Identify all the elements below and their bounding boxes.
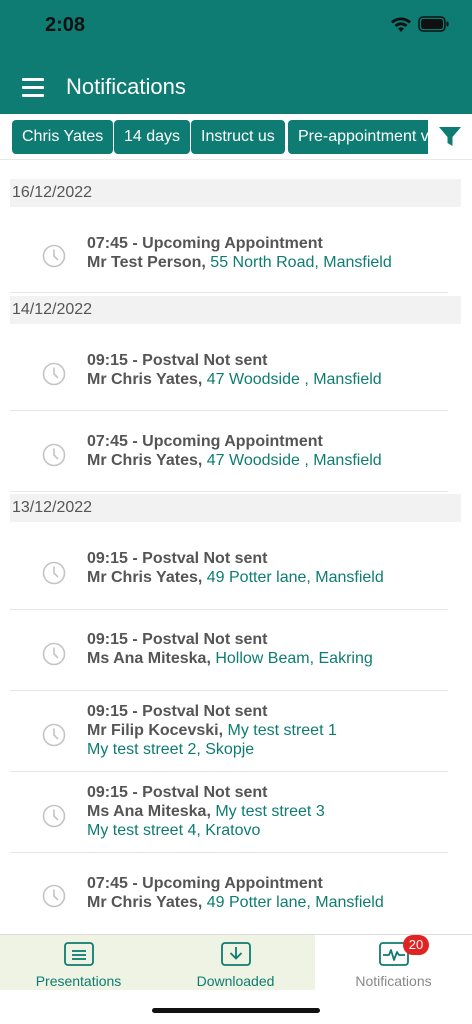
notification-item[interactable]: 09:15 - Postval Not sent Ms Ana Miteska,… [10, 772, 448, 853]
tab-label: Presentations [35, 973, 122, 989]
client-name: Mr Chris Yates, [87, 452, 203, 469]
tab-bar: Presentations Downloaded 20 Notification… [0, 934, 472, 991]
notification-item[interactable]: 09:15 - Postval Not sent Mr Chris Yates,… [10, 330, 448, 411]
date-header: 16/12/2022 [10, 179, 461, 207]
notification-item[interactable]: 07:45 - Upcoming Appointment Mr Chris Ya… [10, 411, 448, 492]
property-address-line2[interactable]: My test street 4, Kratovo [87, 822, 260, 840]
page-title: Notifications [66, 74, 186, 99]
notification-title: 07:45 - Upcoming Appointment [87, 433, 323, 450]
clock-icon [42, 244, 66, 268]
property-address[interactable]: My test street 1 [228, 722, 337, 739]
property-address[interactable]: 47 Woodside , Mansfield [207, 371, 382, 388]
notification-title: 09:15 - Postval Not sent [87, 550, 268, 567]
date-header: 13/12/2022 [10, 494, 461, 522]
property-address[interactable]: My test street 3 [215, 803, 324, 820]
client-name: Mr Filip Kocevski, [87, 722, 224, 739]
tab-downloaded[interactable]: Downloaded [157, 935, 314, 991]
property-address[interactable]: 55 North Road, Mansfield [210, 254, 391, 271]
filter-button[interactable] [428, 114, 472, 159]
home-indicator[interactable] [152, 1008, 320, 1013]
client-name: Mr Test Person, [87, 254, 206, 271]
clock-icon [42, 884, 66, 908]
notification-title: 07:45 - Upcoming Appointment [87, 875, 323, 892]
clock-icon [42, 804, 66, 828]
client-name: Mr Chris Yates, [87, 371, 203, 388]
status-time: 2:08 [45, 14, 86, 36]
client-name: Mr Chris Yates, [87, 569, 203, 586]
notification-title: 07:45 - Upcoming Appointment [87, 235, 323, 252]
notification-item[interactable]: 09:15 - Postval Not sent Ms Ana Miteska,… [10, 610, 448, 691]
wifi-icon [391, 17, 411, 32]
notification-item[interactable]: 09:15 - Postval Not sent Mr Chris Yates,… [10, 529, 448, 610]
filter-chip-instruct[interactable]: Instruct us [191, 120, 285, 154]
status-bar: 2:08 [0, 0, 472, 60]
notification-item[interactable]: 07:45 - Upcoming Appointment Mr Test Per… [10, 213, 448, 293]
notification-item[interactable]: 09:15 - Postval Not sent Mr Filip Kocevs… [10, 691, 448, 772]
property-address[interactable]: Hollow Beam, Eakring [215, 650, 372, 667]
home-indicator-area [0, 990, 472, 1024]
clock-icon [42, 443, 66, 467]
property-address[interactable]: 49 Potter lane, Mansfield [207, 569, 384, 586]
filter-chip-period[interactable]: 14 days [114, 120, 191, 154]
date-header: 14/12/2022 [10, 296, 461, 324]
battery-icon [418, 16, 449, 32]
notification-list[interactable]: 16/12/2022 07:45 - Upcoming Appointment … [0, 160, 472, 934]
client-name: Ms Ana Miteska, [87, 803, 211, 820]
notification-title: 09:15 - Postval Not sent [87, 784, 268, 801]
tab-notifications[interactable]: 20 Notifications [315, 935, 472, 991]
download-icon [221, 942, 251, 966]
tab-label: Downloaded [196, 973, 275, 989]
property-address[interactable]: 49 Potter lane, Mansfield [207, 894, 384, 911]
notification-title: 09:15 - Postval Not sent [87, 703, 268, 720]
hamburger-menu-icon[interactable] [22, 78, 44, 97]
filter-icon [439, 127, 461, 146]
property-address[interactable]: 47 Woodside , Mansfield [207, 452, 382, 469]
tab-label: Notifications [355, 973, 432, 989]
clock-icon [42, 723, 66, 747]
property-address-line2[interactable]: My test street 2, Skopje [87, 741, 254, 759]
filter-chip-agent[interactable]: Chris Yates [12, 120, 114, 154]
client-name: Ms Ana Miteska, [87, 650, 211, 667]
clock-icon [42, 642, 66, 666]
clock-icon [42, 561, 66, 585]
presentation-icon [64, 942, 94, 966]
filter-bar: Chris Yates 14 days Instruct us Pre-appo… [0, 114, 472, 160]
notification-item[interactable]: 07:45 - Upcoming Appointment Mr Chris Ya… [10, 853, 448, 934]
notification-title: 09:15 - Postval Not sent [87, 631, 268, 648]
filter-chip-type[interactable]: Pre-appointment v [288, 120, 438, 154]
notification-count-badge: 20 [403, 935, 429, 955]
client-name: Mr Chris Yates, [87, 894, 203, 911]
tab-presentations[interactable]: Presentations [0, 935, 157, 991]
app-bar: Notifications [0, 60, 472, 114]
notification-title: 09:15 - Postval Not sent [87, 352, 268, 369]
clock-icon [42, 362, 66, 386]
